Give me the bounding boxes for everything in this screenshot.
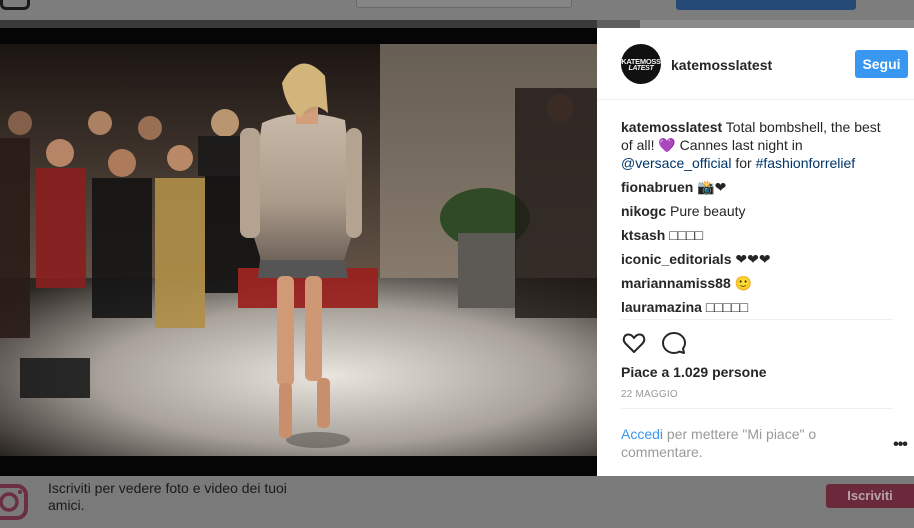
- divider: [621, 408, 893, 409]
- caption-hashtag-link[interactable]: #fashionforrelief: [756, 155, 856, 171]
- comments-list: katemosslatest Total bombshell, the best…: [621, 118, 893, 322]
- comment-text: 📸❤: [693, 179, 727, 195]
- comment-username[interactable]: fionabruen: [621, 179, 693, 195]
- comment-username[interactable]: ktsash: [621, 227, 665, 243]
- comment-item: iconic_editorials ❤❤❤: [621, 250, 893, 268]
- follow-button[interactable]: Segui: [855, 50, 908, 78]
- comment-text: Pure beauty: [666, 203, 746, 219]
- comment-item: lauramazina □□□□□: [621, 298, 893, 316]
- post-modal: KATEMOSS LATEST katemosslatest Segui kat…: [0, 28, 914, 476]
- post-username[interactable]: katemosslatest: [671, 57, 772, 73]
- comment-username[interactable]: nikogc: [621, 203, 666, 219]
- comment-item: fionabruen 📸❤: [621, 178, 893, 196]
- likes-count[interactable]: Piace a 1.029 persone: [621, 364, 767, 380]
- background-instagram-logo: [0, 0, 30, 10]
- login-link[interactable]: Accedi: [621, 426, 663, 442]
- signup-banner-text: Iscriviti per vedere foto e video dei tu…: [48, 480, 287, 513]
- more-options-icon[interactable]: •••: [890, 437, 910, 457]
- post-date[interactable]: 22 MAGGIO: [621, 389, 678, 400]
- post-caption: katemosslatest Total bombshell, the best…: [621, 118, 893, 172]
- comment-username[interactable]: lauramazina: [621, 299, 702, 315]
- comment-text: □□□□□: [701, 299, 749, 315]
- caption-username[interactable]: katemosslatest: [621, 119, 722, 135]
- post-header: KATEMOSS LATEST katemosslatest Segui: [597, 28, 914, 100]
- avatar-text-2: LATEST: [628, 65, 654, 72]
- comment-text: ❤❤❤: [731, 251, 771, 267]
- comment-item: ktsash □□□□: [621, 226, 893, 244]
- caption-mention-link[interactable]: @versace_official: [621, 155, 731, 171]
- signup-button[interactable]: Iscriviti: [826, 484, 914, 508]
- speech-bubble-icon[interactable]: [661, 330, 687, 356]
- avatar[interactable]: KATEMOSS LATEST: [621, 44, 661, 84]
- comment-text: 🙂: [730, 275, 753, 291]
- divider: [621, 319, 893, 320]
- background-search-box: [356, 0, 572, 8]
- signup-banner: Iscriviti per vedere foto e video dei tu…: [0, 476, 914, 528]
- login-prompt: Accedi per mettere "Mi piace" o commenta…: [621, 425, 851, 461]
- comment-username[interactable]: mariannamiss88: [621, 275, 731, 291]
- comment-text: □□□□: [665, 227, 704, 243]
- post-side-panel: KATEMOSS LATEST katemosslatest Segui kat…: [597, 28, 914, 476]
- comment-username[interactable]: iconic_editorials: [621, 251, 731, 267]
- background-photo-strip-right: [640, 20, 914, 28]
- post-photo[interactable]: [0, 28, 597, 476]
- caption-text-2: for: [731, 155, 756, 171]
- instagram-logo-icon: [0, 482, 32, 520]
- comment-item: mariannamiss88 🙂: [621, 274, 893, 292]
- background-signup-button: [676, 0, 856, 10]
- comment-item: nikogc Pure beauty: [621, 202, 893, 220]
- heart-outline-icon[interactable]: [621, 330, 647, 356]
